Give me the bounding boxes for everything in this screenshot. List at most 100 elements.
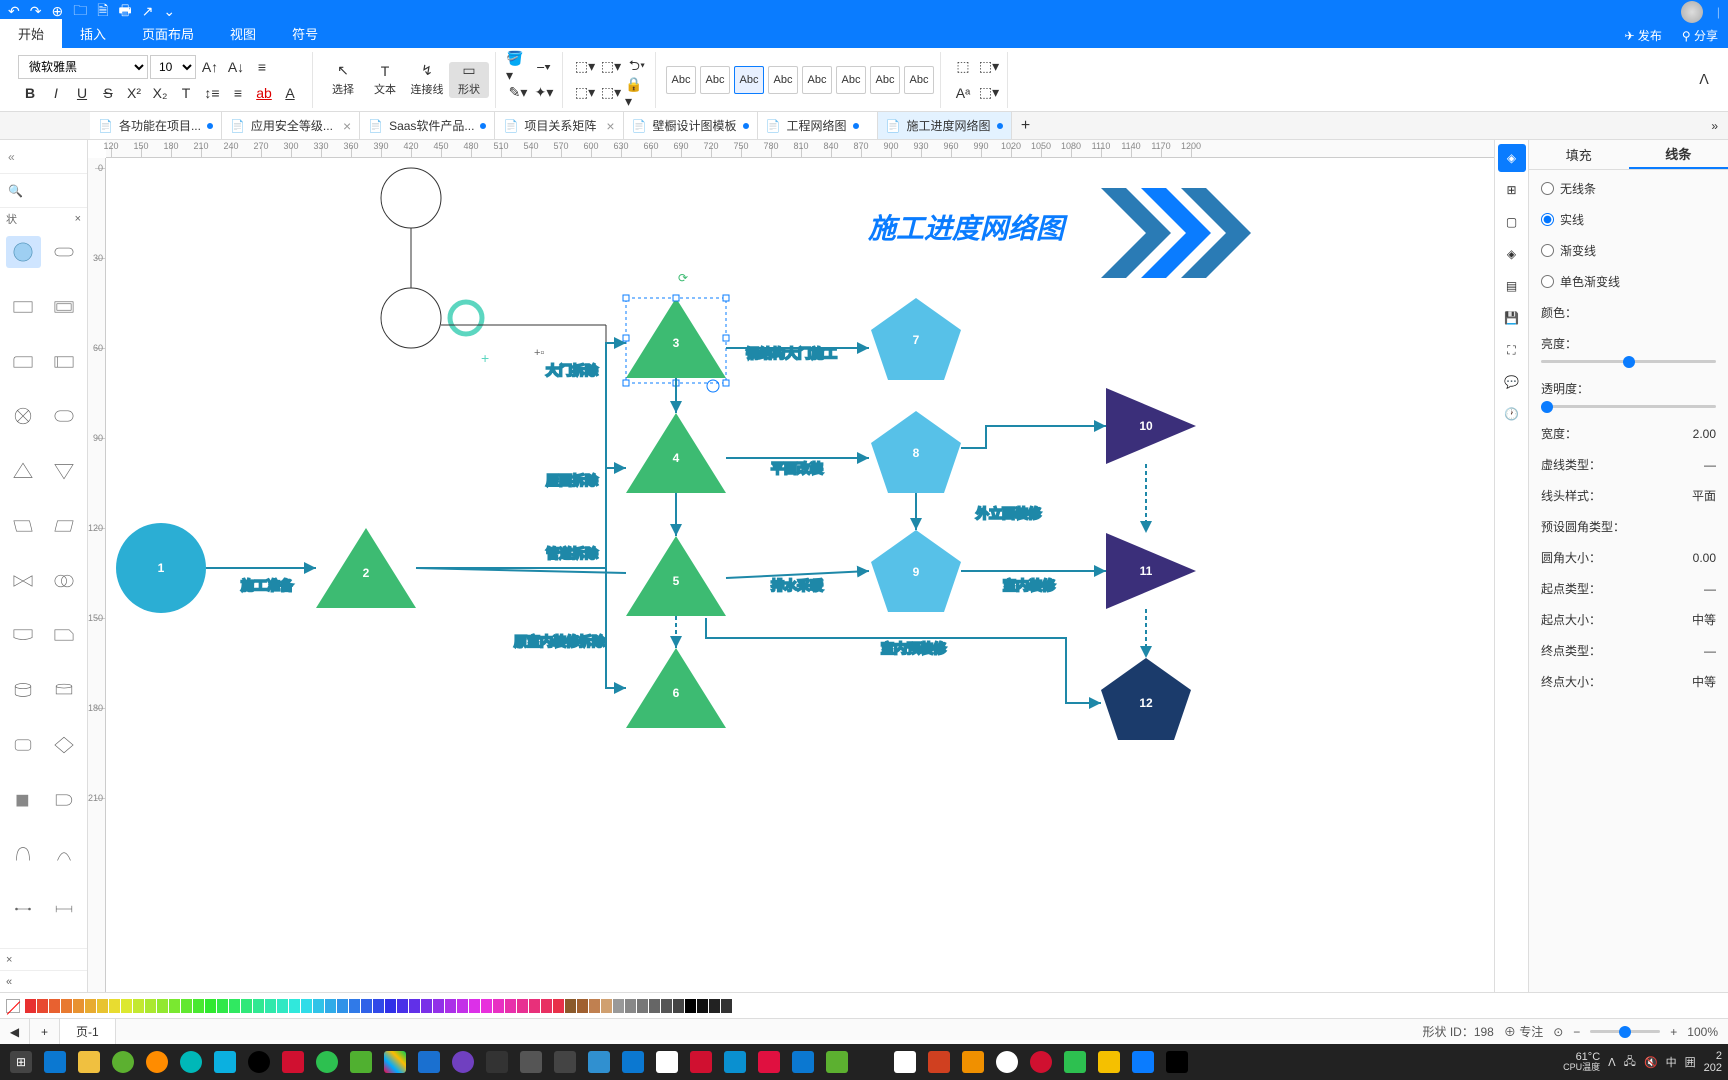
tb-app-22[interactable] [856, 1047, 886, 1077]
undo-icon[interactable]: ↶ [8, 3, 20, 20]
group-icon[interactable]: ⬚▾ [599, 81, 623, 105]
color-swatch[interactable] [613, 999, 624, 1013]
shape-dimension[interactable] [47, 893, 82, 925]
color-swatch[interactable] [109, 999, 120, 1013]
tb-app-26[interactable] [992, 1047, 1022, 1077]
width-value[interactable]: 2.00 [1668, 427, 1716, 441]
style-icon[interactable]: Aᵃ [951, 81, 975, 105]
focus-button[interactable]: ⊕ 专注 [1504, 1023, 1543, 1040]
tb-app-14[interactable] [584, 1047, 614, 1077]
tray-up-icon[interactable]: ᐱ [1608, 1056, 1616, 1069]
color-swatch[interactable] [565, 999, 576, 1013]
tb-app-8[interactable] [380, 1047, 410, 1077]
color-swatch[interactable] [673, 999, 684, 1013]
color-swatch[interactable] [301, 999, 312, 1013]
node-7[interactable]: 7 [871, 298, 961, 380]
tb-app-16[interactable] [652, 1047, 682, 1077]
layers-icon[interactable]: ◈ [1498, 240, 1526, 268]
node-12[interactable]: 12 [1101, 658, 1191, 740]
color-swatch[interactable] [241, 999, 252, 1013]
highlight-icon[interactable]: ab [252, 81, 276, 105]
shape-diamond[interactable] [47, 729, 82, 761]
tb-app-27[interactable] [1026, 1047, 1056, 1077]
color-swatch[interactable] [493, 999, 504, 1013]
node-3-selected[interactable]: 3 ⟳ [623, 271, 729, 392]
italic-icon[interactable]: I [44, 81, 68, 105]
fullscreen-icon[interactable]: ⛶ [1498, 336, 1526, 364]
edge-5-9[interactable] [726, 571, 869, 578]
save-as-icon[interactable]: 💾 [1498, 304, 1526, 332]
tb-app-12[interactable] [516, 1047, 546, 1077]
align-icon[interactable]: ≡ [250, 55, 274, 79]
canvas[interactable]: 施工进度网络图 + +▫ 1 [106, 158, 1494, 992]
color-swatch[interactable] [289, 999, 300, 1013]
color-swatch[interactable] [25, 999, 36, 1013]
color-swatch[interactable] [181, 999, 192, 1013]
arrange-icon[interactable]: ⬚▾ [977, 55, 1001, 79]
line-style-icon[interactable]: ⎯▾ [532, 55, 556, 79]
new-tab-button[interactable]: + [1012, 112, 1040, 139]
tb-app-13[interactable] [550, 1047, 580, 1077]
start-type-value[interactable]: — [1668, 582, 1716, 596]
line-gradient-radio[interactable]: 渐变线 [1541, 242, 1716, 259]
color-swatch[interactable] [421, 999, 432, 1013]
tb-app-5[interactable] [278, 1047, 308, 1077]
shape-parallelogram2[interactable] [47, 510, 82, 542]
tb-explorer[interactable] [74, 1047, 104, 1077]
tb-app-4[interactable] [244, 1047, 274, 1077]
scratch-circle-1[interactable] [381, 168, 441, 228]
page-setup-icon[interactable]: ▤ [1498, 272, 1526, 300]
theme-icon[interactable]: ⬚▾ [977, 81, 1001, 105]
tb-app-30[interactable] [1128, 1047, 1158, 1077]
list-icon[interactable]: ≡ [226, 81, 250, 105]
color-swatch[interactable] [313, 999, 324, 1013]
color-swatch[interactable] [325, 999, 336, 1013]
close-category-icon[interactable]: × [75, 213, 81, 225]
prop-tab-line[interactable]: 线条 [1629, 140, 1728, 169]
close-shapes-icon[interactable]: × [6, 954, 12, 966]
menu-tab-view[interactable]: 视图 [212, 19, 274, 48]
size-select[interactable]: 10 [150, 55, 196, 79]
collapse-ribbon-icon[interactable]: ᐱ [1692, 68, 1716, 92]
tb-app-29[interactable] [1094, 1047, 1124, 1077]
share-button[interactable]: ⚲ 分享 [1672, 23, 1728, 48]
redo-icon[interactable]: ↷ [30, 3, 42, 20]
shape-connector[interactable] [6, 893, 41, 925]
shape-circle[interactable] [6, 236, 41, 268]
new-icon[interactable]: ⊕ [51, 3, 63, 20]
color-swatch[interactable] [433, 999, 444, 1013]
color-swatch[interactable] [637, 999, 648, 1013]
color-swatch[interactable] [85, 999, 96, 1013]
text-tool[interactable]: T文本 [365, 62, 405, 98]
font-color-icon[interactable]: A [278, 81, 302, 105]
increase-font-icon[interactable]: A↑ [198, 55, 222, 79]
shape-rect[interactable] [6, 291, 41, 323]
color-swatch[interactable] [97, 999, 108, 1013]
dash-value[interactable]: — [1668, 458, 1716, 472]
shape-cylinder2[interactable] [47, 674, 82, 706]
tb-app-2[interactable] [176, 1047, 206, 1077]
avatar[interactable] [1681, 1, 1703, 23]
start-button[interactable]: ⊞ [6, 1047, 36, 1077]
tb-app-1[interactable] [142, 1047, 172, 1077]
color-swatch[interactable] [193, 999, 204, 1013]
line-none-radio[interactable]: 无线条 [1541, 180, 1716, 197]
node-10[interactable]: 10 [1106, 388, 1196, 464]
color-swatch[interactable] [49, 999, 60, 1013]
shape-dshape[interactable] [47, 784, 82, 816]
tray-net-icon[interactable]: 🖧 [1624, 1053, 1636, 1072]
color-swatch[interactable] [169, 999, 180, 1013]
lock-icon[interactable]: 🔒▾ [625, 81, 649, 105]
grid-tool-icon[interactable]: ⊞ [1498, 176, 1526, 204]
color-swatch[interactable] [649, 999, 660, 1013]
case-icon[interactable]: T [174, 81, 198, 105]
prop-tab-fill[interactable]: 填充 [1529, 140, 1629, 169]
line-spacing-icon[interactable]: ↕≡ [200, 81, 224, 105]
color-swatch[interactable] [457, 999, 468, 1013]
tab-overflow-icon[interactable]: » [1711, 119, 1718, 133]
no-color-swatch[interactable] [6, 999, 20, 1013]
system-tray[interactable]: 61°CCPU温度 ᐱ 🖧 🔇 中 囲 2202 [1563, 1050, 1722, 1074]
fill-color-icon[interactable]: 🪣▾ [506, 55, 530, 79]
node-9[interactable]: 9 [871, 530, 961, 612]
menu-tab-layout[interactable]: 页面布局 [124, 19, 212, 48]
